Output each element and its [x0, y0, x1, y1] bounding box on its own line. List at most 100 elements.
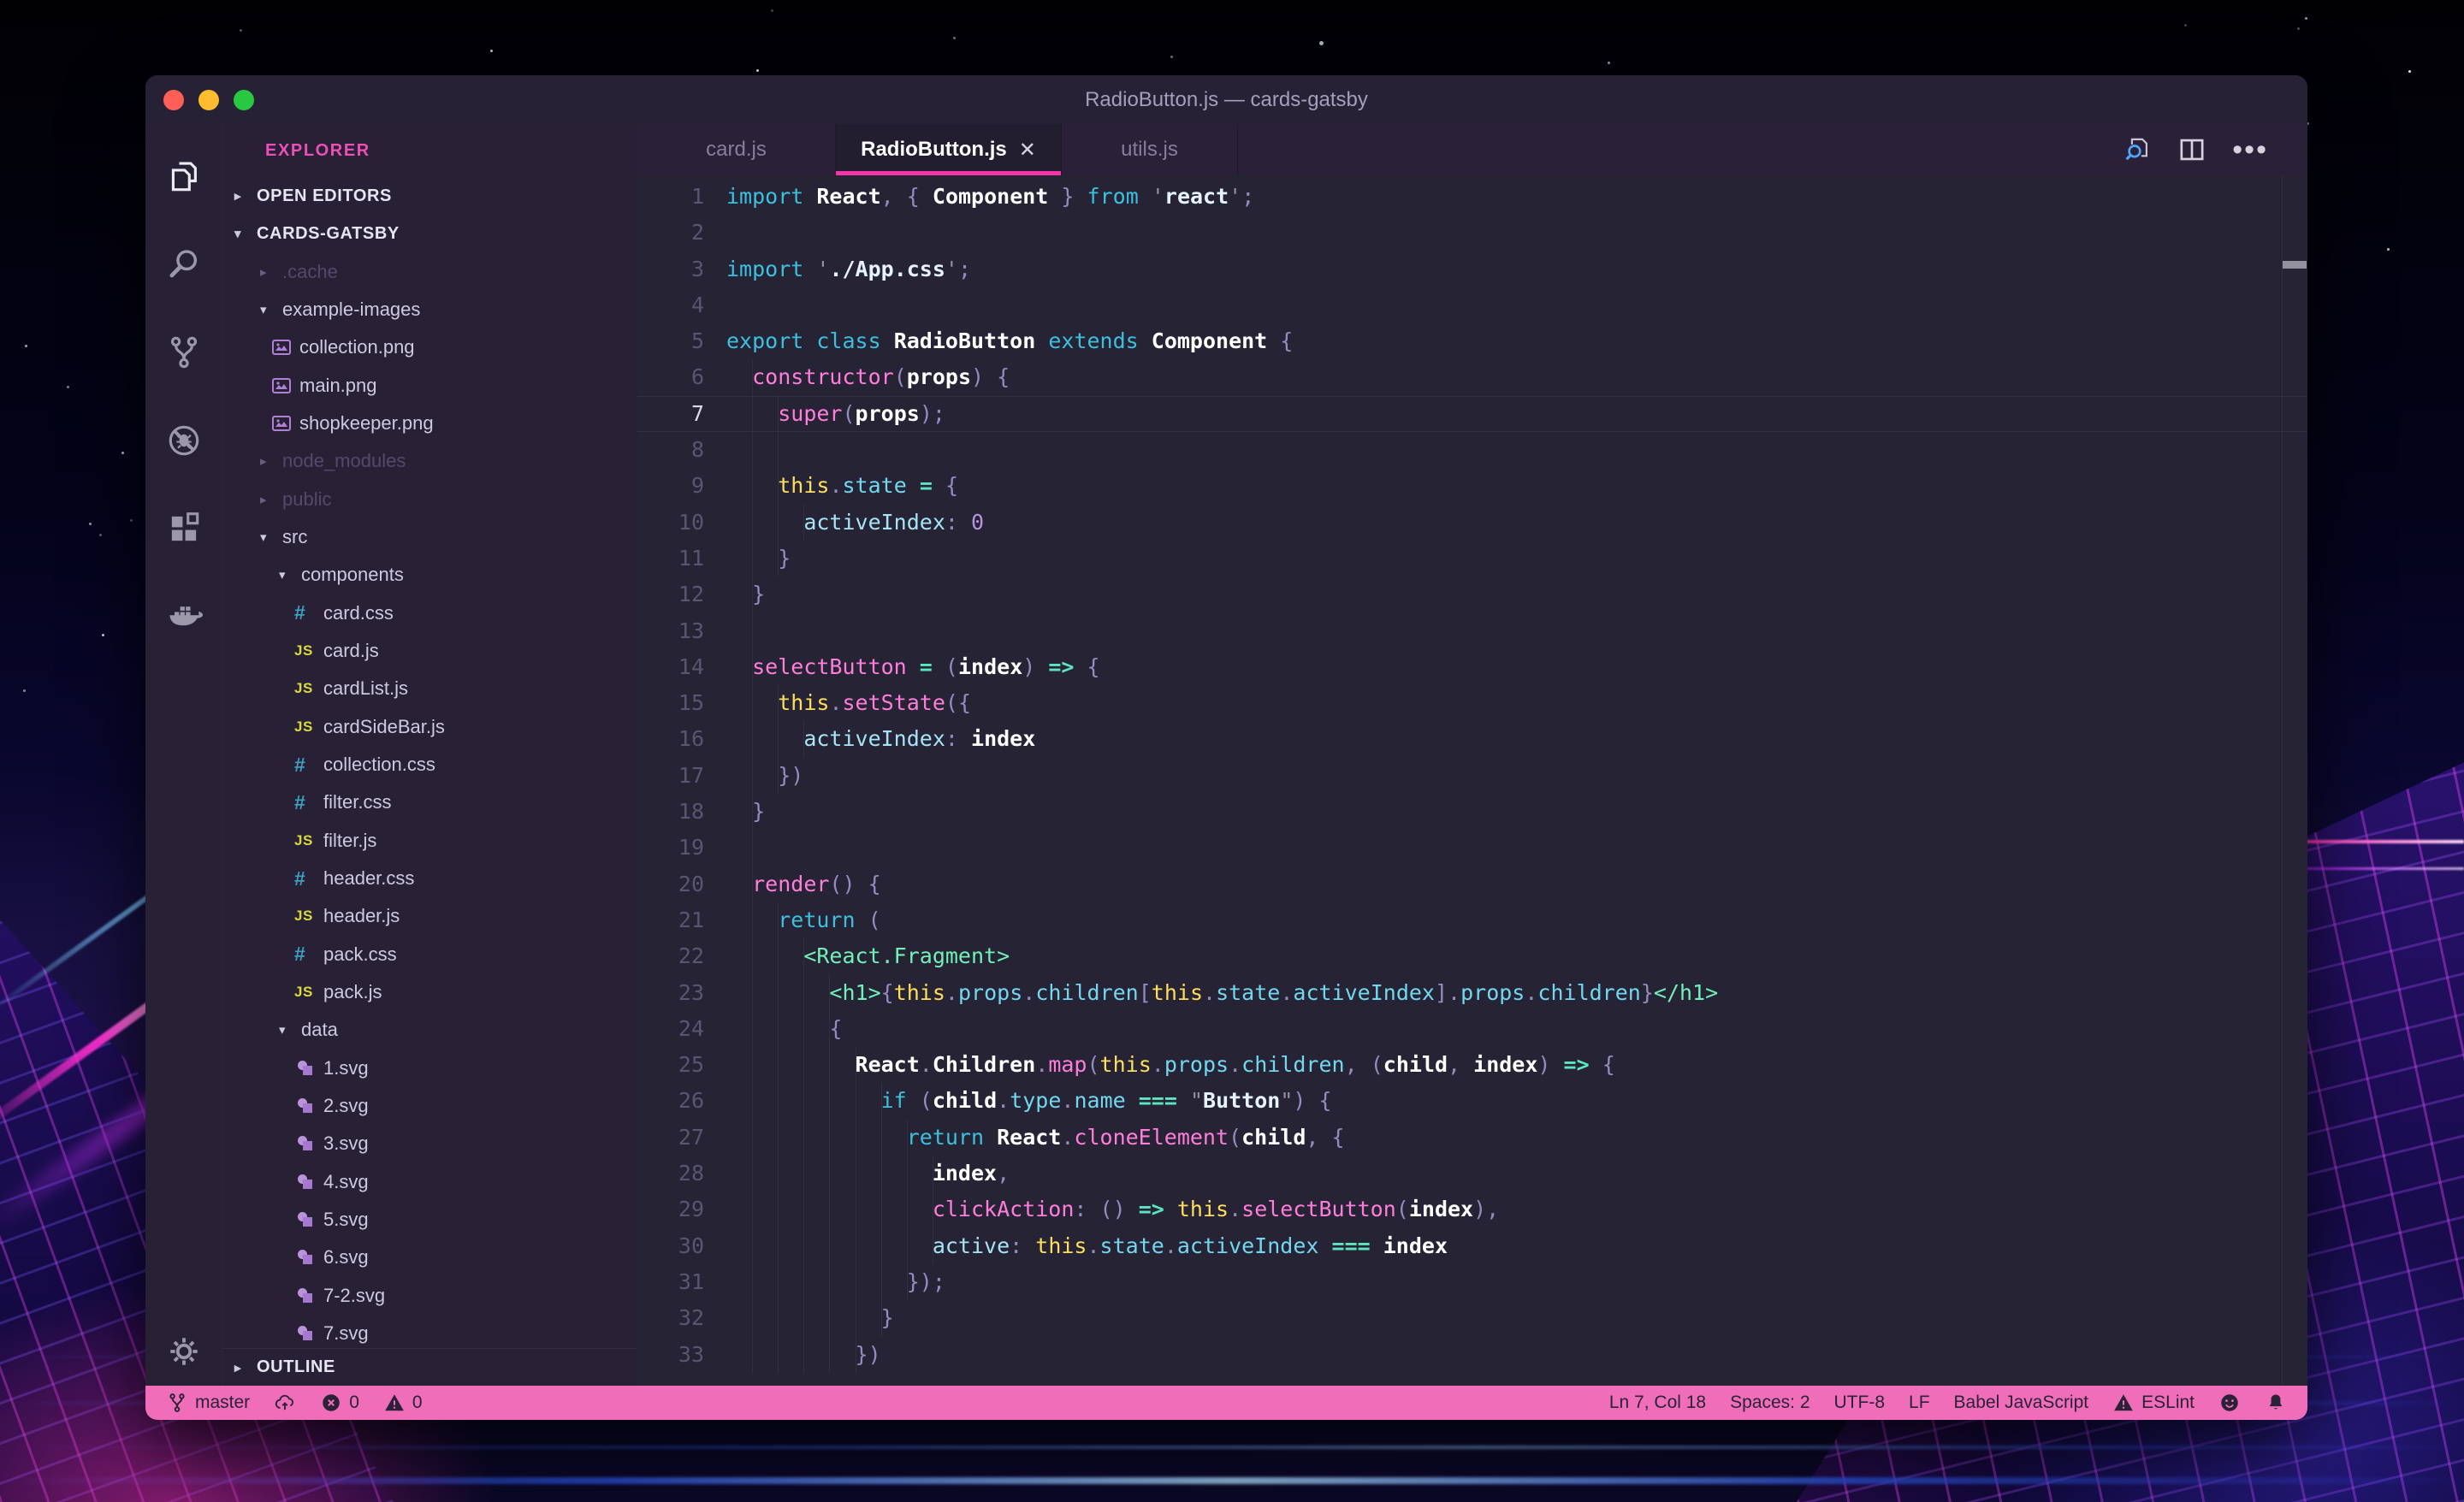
tree-folder-components[interactable]: ▾components: [222, 556, 637, 594]
code-line-11[interactable]: 11 }: [637, 541, 2307, 577]
tab-radiobutton-js[interactable]: RadioButton.js✕: [836, 124, 1062, 175]
tree-folder-data[interactable]: ▾data: [222, 1011, 637, 1049]
tree-file-pack-js[interactable]: JSpack.js: [222, 973, 637, 1011]
tree-file-filter-css[interactable]: #filter.css: [222, 784, 637, 821]
cloud-upload-icon: [274, 1392, 296, 1414]
code-line-6[interactable]: 6 constructor(props) {: [637, 359, 2307, 395]
tree-section-open-editors[interactable]: ▸OPEN EDITORS: [222, 177, 637, 215]
code-line-10[interactable]: 10 activeIndex: 0: [637, 505, 2307, 541]
code-line-16[interactable]: 16 activeIndex: index: [637, 721, 2307, 757]
tree-file-header-js[interactable]: JSheader.js: [222, 897, 637, 935]
code-line-14[interactable]: 14 selectButton = (index) => {: [637, 649, 2307, 685]
code-line-15[interactable]: 15 this.setState({: [637, 685, 2307, 721]
code-line-4[interactable]: 4: [637, 287, 2307, 323]
code-line-30[interactable]: 30 active: this.state.activeIndex === in…: [637, 1228, 2307, 1264]
status-git-branch[interactable]: master: [166, 1392, 250, 1414]
tab-card-js[interactable]: card.js: [637, 124, 836, 175]
code-line-29[interactable]: 29 clickAction: () => this.selectButton(…: [637, 1192, 2307, 1227]
docker-icon[interactable]: [164, 597, 204, 636]
indent-guide: [752, 721, 753, 757]
code-line-17[interactable]: 17 }): [637, 758, 2307, 794]
code-line-12[interactable]: 12 }: [637, 577, 2307, 612]
tree-file-main-png[interactable]: main.png: [222, 367, 637, 405]
tree-file-2-svg[interactable]: 2.svg: [222, 1087, 637, 1125]
tree-folder--cache[interactable]: ▸.cache: [222, 253, 637, 291]
status-warning-triangle[interactable]: 0: [383, 1392, 423, 1414]
status-ln-7-col-18[interactable]: Ln 7, Col 18: [1609, 1393, 1706, 1413]
status-babel-javascript[interactable]: Babel JavaScript: [1954, 1393, 2089, 1413]
tree-file-card-js[interactable]: JScard.js: [222, 632, 637, 670]
code-line-22[interactable]: 22 <React.Fragment>: [637, 938, 2307, 974]
open-changes-icon[interactable]: [2123, 135, 2152, 164]
code-line-3[interactable]: 3import './App.css';: [637, 251, 2307, 287]
code-line-19[interactable]: 19: [637, 830, 2307, 866]
status-error-circle[interactable]: 0: [320, 1392, 359, 1414]
code-line-8[interactable]: 8: [637, 432, 2307, 468]
code-line-20[interactable]: 20 render() {: [637, 866, 2307, 902]
close-tab-icon[interactable]: ✕: [1019, 138, 1036, 163]
settings-gear-icon[interactable]: [164, 1346, 204, 1386]
tree-file-7-svg[interactable]: 7.svg: [222, 1315, 637, 1348]
tree-file-pack-css[interactable]: #pack.css: [222, 936, 637, 973]
code-line-23[interactable]: 23 <h1>{this.props.children[this.state.a…: [637, 975, 2307, 1011]
status-cloud-upload[interactable]: [274, 1392, 296, 1414]
tree-folder-node-modules[interactable]: ▸node_modules: [222, 442, 637, 480]
extensions-icon[interactable]: [164, 509, 204, 548]
activity-bar: [145, 124, 222, 1386]
status-spaces-2[interactable]: Spaces: 2: [1730, 1393, 1810, 1413]
scrollbar-thumb[interactable]: [2283, 261, 2307, 269]
code-line-2[interactable]: 2: [637, 215, 2307, 251]
status-bell[interactable]: [2265, 1392, 2287, 1414]
tree-file-5-svg[interactable]: 5.svg: [222, 1201, 637, 1239]
code-line-18[interactable]: 18 }: [637, 794, 2307, 830]
indent-guide: [752, 1120, 753, 1156]
status-smiley[interactable]: [2218, 1392, 2241, 1414]
code-line-21[interactable]: 21 return (: [637, 902, 2307, 938]
code-line-28[interactable]: 28 index,: [637, 1156, 2307, 1192]
code-line-13[interactable]: 13: [637, 613, 2307, 649]
split-editor-icon[interactable]: [2177, 135, 2206, 164]
code-editor[interactable]: 1import React, { Component } from 'react…: [637, 175, 2307, 1386]
tree-file-6-svg[interactable]: 6.svg: [222, 1239, 637, 1276]
tree-file-7-2-svg[interactable]: 7-2.svg: [222, 1277, 637, 1315]
tree-file-3-svg[interactable]: 3.svg: [222, 1125, 637, 1162]
tree-folder-src[interactable]: ▾src: [222, 518, 637, 556]
code-line-33[interactable]: 33 }): [637, 1337, 2307, 1373]
more-actions-icon[interactable]: •••: [2232, 141, 2268, 158]
tree-file-header-css[interactable]: #header.css: [222, 860, 637, 897]
tree-file-1-svg[interactable]: 1.svg: [222, 1050, 637, 1087]
code-line-26[interactable]: 26 if (child.type.name === "Button") {: [637, 1083, 2307, 1119]
code-line-31[interactable]: 31 });: [637, 1264, 2307, 1300]
tree-file-shopkeeper-png[interactable]: shopkeeper.png: [222, 405, 637, 442]
code-line-7[interactable]: 7 super(props);: [637, 396, 2307, 432]
code-line-5[interactable]: 5export class RadioButton extends Compon…: [637, 323, 2307, 359]
code-line-25[interactable]: 25 React.Children.map(this.props.childre…: [637, 1047, 2307, 1083]
code-line-27[interactable]: 27 return React.cloneElement(child, {: [637, 1120, 2307, 1156]
tree-folder-example-images[interactable]: ▾example-images: [222, 291, 637, 328]
tree-section-cards-gatsby[interactable]: ▾CARDS-GATSBY: [222, 215, 637, 252]
tree-file-4-svg[interactable]: 4.svg: [222, 1163, 637, 1201]
code-line-24[interactable]: 24 {: [637, 1011, 2307, 1047]
editor-scrollbar[interactable]: [2282, 175, 2307, 1386]
code-line-9[interactable]: 9 this.state = {: [637, 468, 2307, 504]
tree-file-collection-png[interactable]: collection.png: [222, 328, 637, 366]
tree-file-card-css[interactable]: #card.css: [222, 594, 637, 632]
status-lf[interactable]: LF: [1909, 1393, 1930, 1413]
explorer-icon[interactable]: [164, 157, 204, 196]
tree-file-collection-css[interactable]: #collection.css: [222, 746, 637, 784]
source-control-icon[interactable]: [164, 333, 204, 372]
tree-file-cardlist-js[interactable]: JScardList.js: [222, 670, 637, 707]
title-bar[interactable]: RadioButton.js — cards-gatsby: [145, 75, 2307, 124]
status-warning-triangle[interactable]: ESLint: [2112, 1392, 2194, 1414]
tree-folder-public[interactable]: ▸public: [222, 481, 637, 518]
code-line-32[interactable]: 32 }: [637, 1300, 2307, 1336]
outline-section[interactable]: ▸OUTLINE: [222, 1348, 637, 1386]
tree-file-filter-js[interactable]: JSfilter.js: [222, 822, 637, 860]
tree-file-cardsidebar-js[interactable]: JScardSideBar.js: [222, 708, 637, 746]
tab-utils-js[interactable]: utils.js: [1062, 124, 1238, 175]
code-line-1[interactable]: 1import React, { Component } from 'react…: [637, 179, 2307, 215]
status-utf-8[interactable]: UTF-8: [1834, 1393, 1886, 1413]
search-icon[interactable]: [164, 245, 204, 284]
debug-disabled-icon[interactable]: [164, 421, 204, 460]
vscode-window: RadioButton.js — cards-gatsby: [145, 75, 2307, 1420]
